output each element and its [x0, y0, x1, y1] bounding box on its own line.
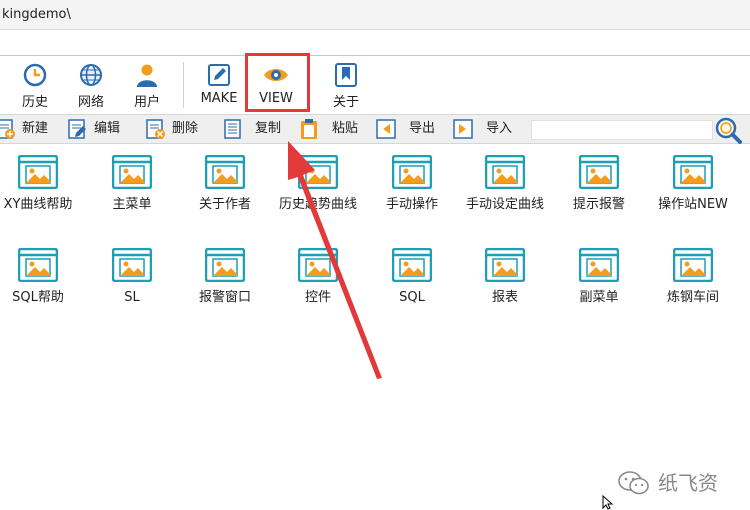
edit-button[interactable]: 编辑 — [66, 117, 136, 141]
image-file-icon — [112, 155, 152, 189]
ribbon: 历史 网络 用户 MAKE VIEW 关于 — [0, 55, 750, 113]
copy-button[interactable]: 复制 — [221, 117, 291, 141]
paste-label: 粘贴 — [332, 121, 359, 136]
screen-item-label: 控件 — [304, 290, 331, 305]
path-bar: kingdemo\ — [0, 0, 750, 30]
new-label: 新建 — [22, 121, 49, 136]
globe-icon — [80, 64, 102, 86]
screen-item[interactable]: 手动操作 — [366, 155, 458, 214]
image-file-icon — [18, 155, 58, 189]
screen-item[interactable]: 控件 — [272, 248, 364, 307]
screen-item-label: 关于作者 — [198, 197, 251, 212]
toolbar: 新建 编辑 删除 复制 粘贴 导出 导入 — [0, 114, 750, 144]
image-file-icon — [18, 248, 58, 282]
make-label: MAKE — [200, 91, 238, 106]
screen-item[interactable]: 报警窗口 — [179, 248, 271, 307]
blank-area — [0, 31, 750, 55]
image-file-icon — [673, 155, 713, 189]
paste-icon — [301, 119, 317, 139]
screen-item-label: SQL — [399, 290, 425, 305]
delete-button[interactable]: 删除 — [144, 117, 214, 141]
screen-item-label: 报警窗口 — [198, 290, 251, 305]
screen-item[interactable]: 炼钢车间 — [647, 248, 739, 307]
wechat-icon — [618, 471, 649, 495]
screen-item[interactable]: SQL — [366, 248, 458, 307]
export-button[interactable]: 导出 — [375, 117, 445, 141]
image-file-icon — [392, 248, 432, 282]
edit-file-icon — [68, 119, 86, 139]
screen-item-label: XY曲线帮助 — [3, 197, 73, 212]
paste-button[interactable]: 粘贴 — [298, 117, 368, 141]
clock-icon — [23, 63, 47, 87]
screen-item-label: 手动操作 — [385, 197, 438, 212]
make-button[interactable]: MAKE — [195, 60, 243, 110]
copy-icon — [224, 119, 241, 139]
import-button[interactable]: 导入 — [452, 117, 522, 141]
screen-item[interactable]: 手动设定曲线 — [459, 155, 551, 214]
history-label: 历史 — [21, 95, 48, 110]
export-label: 导出 — [409, 121, 436, 136]
delete-file-icon — [146, 119, 165, 139]
image-file-icon — [112, 248, 152, 282]
ribbon-separator — [183, 62, 184, 108]
screen-item-label: 主菜单 — [112, 197, 152, 212]
screen-item[interactable]: 报表 — [459, 248, 551, 307]
image-file-icon — [579, 248, 619, 282]
history-button[interactable]: 历史 — [17, 60, 53, 110]
screen-item-label: SL — [124, 290, 140, 305]
image-file-icon — [298, 248, 338, 282]
image-file-icon — [298, 155, 338, 189]
delete-label: 删除 — [172, 121, 199, 136]
user-icon — [137, 64, 157, 87]
view-highlight-box — [245, 53, 310, 112]
network-button[interactable]: 网络 — [73, 60, 109, 110]
image-file-icon — [205, 248, 245, 282]
screen-item-label: 手动设定曲线 — [465, 197, 544, 212]
image-file-icon — [485, 248, 525, 282]
image-file-icon — [673, 248, 713, 282]
watermark-text: 纸飞资 — [658, 471, 718, 495]
image-file-icon — [392, 155, 432, 189]
screen-item[interactable]: SL — [86, 248, 178, 307]
export-icon — [376, 119, 396, 139]
screen-item[interactable]: 副菜单 — [553, 248, 645, 307]
screen-item[interactable]: 提示报警 — [553, 155, 645, 214]
screen-item-label: 炼钢车间 — [666, 290, 719, 305]
screen-item-label: SQL帮助 — [12, 290, 64, 305]
screen-item[interactable]: XY曲线帮助 — [0, 155, 84, 214]
mouse-cursor-icon — [602, 495, 614, 510]
bookmark-icon — [335, 63, 357, 87]
user-button[interactable]: 用户 — [129, 60, 165, 110]
screen-item-label: 操作站NEW — [658, 197, 728, 212]
screen-item[interactable]: 关于作者 — [179, 155, 271, 214]
screen-item[interactable]: 历史趋势曲线 — [272, 155, 364, 214]
image-file-icon — [485, 155, 525, 189]
image-file-icon — [579, 155, 619, 189]
screen-item-label: 报表 — [491, 290, 518, 305]
import-label: 导入 — [486, 121, 513, 136]
edit-icon — [208, 64, 230, 86]
edit-label: 编辑 — [94, 121, 121, 136]
about-label: 关于 — [332, 95, 359, 110]
copy-label: 复制 — [255, 121, 282, 136]
import-icon — [453, 119, 473, 139]
about-button[interactable]: 关于 — [328, 60, 364, 110]
search-input[interactable] — [531, 120, 713, 140]
screen-item[interactable]: SQL帮助 — [0, 248, 84, 307]
user-label: 用户 — [133, 95, 160, 110]
screen-item-label: 历史趋势曲线 — [278, 197, 357, 212]
new-file-icon — [0, 119, 15, 139]
screen-item[interactable]: 主菜单 — [86, 155, 178, 214]
search-icon[interactable] — [713, 116, 743, 144]
screen-item-label: 提示报警 — [572, 197, 625, 212]
path-text: kingdemo\ — [2, 7, 71, 22]
screen-item-label: 副菜单 — [579, 290, 619, 305]
network-label: 网络 — [77, 95, 104, 110]
new-button[interactable]: 新建 — [0, 117, 56, 141]
image-file-icon — [205, 155, 245, 189]
screen-item[interactable]: 操作站NEW — [647, 155, 739, 214]
